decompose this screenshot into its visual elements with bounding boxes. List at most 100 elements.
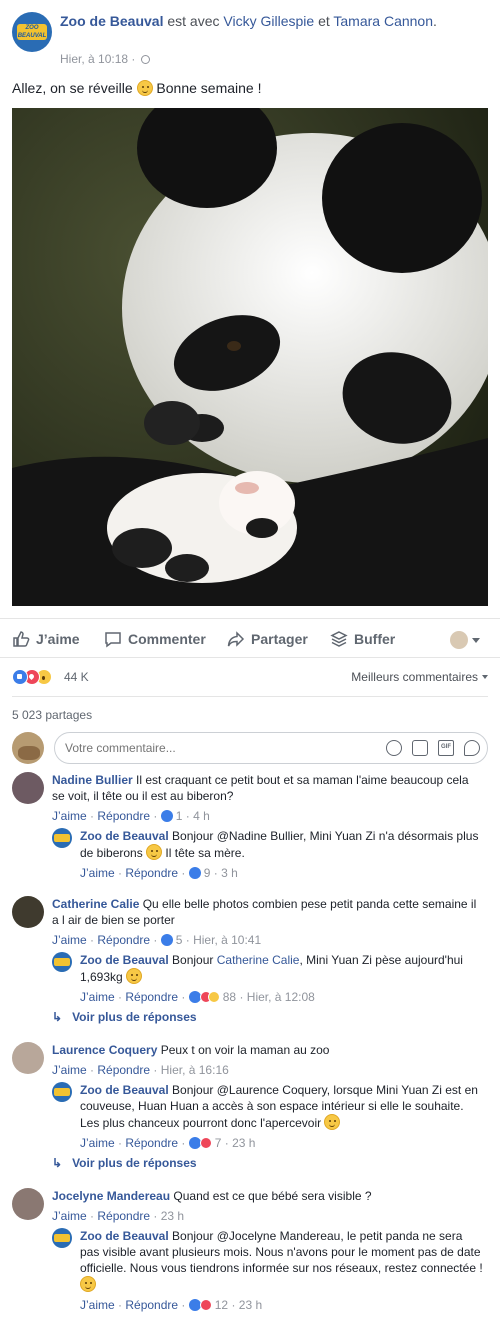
avatar[interactable] [52,1082,72,1102]
comment-time[interactable]: · 23 h [228,1298,262,1312]
like-reaction-icon[interactable] [12,669,28,685]
comment-actions: J’aime · Répondre · 7 · 23 h [80,1136,256,1150]
shares-count[interactable]: 5 023 partages [12,708,92,722]
comment-actions: J’aime · Répondre · 9 · 3 h [80,866,238,880]
commenter-name[interactable]: Zoo de Beauval [80,1083,169,1097]
selector-avatar [450,631,468,649]
reaction-count[interactable]: 12 [215,1298,228,1312]
comment-actions: J’aime · Répondre · Hier, à 16:16 [52,1063,229,1077]
like-reaction-icon [160,810,173,822]
divider [12,696,488,697]
post-meta: Hier, à 10:18 · [60,52,151,66]
emoji-icon[interactable] [386,740,402,756]
comment-reply-link[interactable]: Répondre [97,809,150,823]
more-replies-link[interactable]: Voir plus de réponses [52,1156,196,1170]
comment-like-link[interactable]: J’aime [52,933,87,947]
comment-sort-dropdown[interactable]: Meilleurs commentaires [351,670,488,684]
comment-text: Peux t on voir la maman au zoo [160,1043,330,1057]
like-button[interactable]: J’aime [12,629,82,649]
page-name-link[interactable]: Zoo de Beauval [60,13,163,29]
avatar[interactable] [52,1228,72,1248]
love-reaction-icon [199,1137,212,1149]
more-replies-link[interactable]: Voir plus de réponses [52,1010,196,1024]
avatar[interactable] [52,828,72,848]
comment-body: Nadine Bullier Il est craquant ce petit … [52,772,484,824]
comment-time[interactable]: · 23 h [150,1209,184,1223]
camera-icon[interactable] [412,740,428,756]
commenter-name[interactable]: Nadine Bullier [52,773,133,787]
comment-like-link[interactable]: J’aime [52,1063,87,1077]
post-text-part1: Allez, on se réveille [12,80,133,96]
smile-emoji-icon [136,80,153,96]
post-photo[interactable] [12,108,488,606]
post-header: ZOO BEAUVAL Zoo de Beauval est avec Vicky… [12,12,492,68]
comment-time[interactable]: · Hier, à 12:08 [236,990,314,1004]
avatar[interactable] [12,1188,44,1220]
chevron-down-icon [472,638,480,643]
comment-reply-link[interactable]: Répondre [97,933,150,947]
tagged-user-2[interactable]: Tamara Cannon [333,13,433,29]
like-reaction-icon [160,934,173,946]
page-avatar[interactable]: ZOO BEAUVAL [12,12,52,52]
tagged-user-1[interactable]: Vicky Gillespie [223,13,314,29]
comment-like-link[interactable]: J’aime [52,809,87,823]
post-timestamp[interactable]: Hier, à 10:18 · [60,52,135,66]
smile-emoji-icon [126,968,143,984]
commenter-name[interactable]: Zoo de Beauval [80,953,169,967]
comment-reply-link[interactable]: Répondre [125,866,178,880]
avatar[interactable] [12,772,44,804]
comment-reply-link[interactable]: Répondre [97,1209,150,1223]
comment-button[interactable]: Commenter [104,629,206,649]
avatar[interactable] [12,896,44,928]
smile-emoji-icon [80,1276,96,1292]
comment-body: Jocelyne Mandereau Quand est ce que bébé… [52,1188,484,1224]
composer-icons: GIF [386,740,480,756]
like-reaction-icon [188,991,201,1003]
comment-like-link[interactable]: J’aime [80,1298,115,1312]
comment-time[interactable]: · 23 h [221,1136,256,1150]
comment-reply-link[interactable]: Répondre [97,1063,150,1077]
wow-reaction-icon [207,991,220,1003]
comment-actions: J’aime · Répondre · 1 · 4 h [52,809,210,823]
commenter-name[interactable]: Laurence Coquery [52,1043,157,1057]
comment-like-link[interactable]: J’aime [80,866,115,880]
reaction-count[interactable]: 88 [223,990,236,1004]
comment: Laurence Coquery Peux t on voir la maman… [12,1042,488,1078]
reactions-summary: 44 K Meilleurs commentaires [12,666,488,688]
comment-like-link[interactable]: J’aime [80,1136,115,1150]
commenter-name[interactable]: Jocelyne Mandereau [52,1189,170,1203]
sticker-icon[interactable] [464,740,480,756]
period: . [433,13,437,29]
share-button[interactable]: Partager [227,629,308,649]
buffer-button[interactable]: Buffer [330,629,400,649]
mention-link[interactable]: Catherine Calie [217,953,300,967]
avatar[interactable] [12,1042,44,1074]
comment-reply-link[interactable]: Répondre [125,990,178,1004]
comment-reply-link[interactable]: Répondre [125,1136,178,1150]
comment-time[interactable]: · 4 h [182,809,210,823]
comment: Catherine Calie Qu elle belle photos com… [12,896,488,947]
commenter-name[interactable]: Catherine Calie [52,897,139,911]
smile-emoji-icon [324,1114,341,1130]
comment-text-end: Il tête sa mère. [165,846,245,860]
comment-label: Commenter [128,631,206,647]
post-as-selector[interactable] [450,629,482,649]
comment-time[interactable]: · 3 h [210,866,238,880]
comment: Nadine Bullier Il est craquant ce petit … [12,772,488,823]
panda-photo [12,108,488,606]
comment-time[interactable]: · Hier, à 10:41 [182,933,261,947]
commenter-name[interactable]: Zoo de Beauval [80,1229,169,1243]
comment-like-link[interactable]: J’aime [52,1209,87,1223]
comment-text: Quand est ce que bébé sera visible ? [173,1189,372,1203]
comment-actions: J’aime · Répondre · 23 h [52,1209,185,1223]
reply-comment: Zoo de Beauval Bonjour Catherine Calie, … [52,952,488,1004]
comment-like-link[interactable]: J’aime [80,990,115,1004]
like-label: J’aime [36,631,80,647]
comment-reply-link[interactable]: Répondre [125,1298,178,1312]
commenter-name[interactable]: Zoo de Beauval [80,829,169,843]
reaction-count[interactable]: 44 K [64,670,89,684]
comment-time[interactable]: · Hier, à 16:16 [150,1063,228,1077]
gif-icon[interactable]: GIF [438,740,454,756]
post-text: Allez, on se réveille Bonne semaine ! [12,78,261,98]
avatar[interactable] [52,952,72,972]
